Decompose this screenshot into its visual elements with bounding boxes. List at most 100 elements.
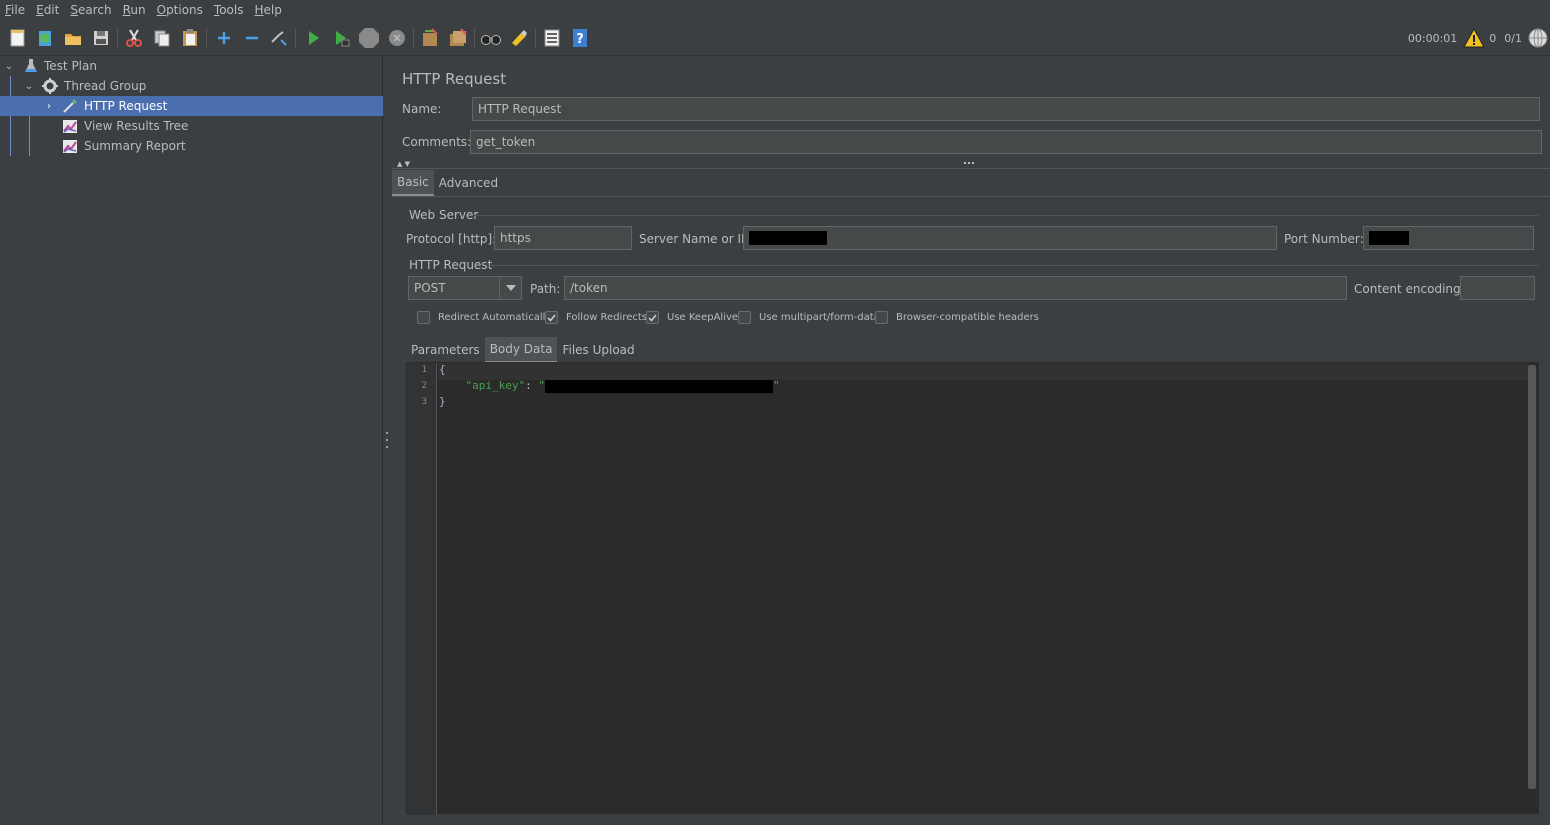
- search-icon[interactable]: [480, 27, 502, 49]
- port-number-field[interactable]: [1363, 226, 1534, 250]
- menu-run[interactable]: Run: [123, 3, 146, 17]
- redaction-block: [544, 379, 773, 393]
- tabs-underline: [391, 196, 1550, 197]
- code-line-2: "api_key": " ": [439, 379, 780, 393]
- start-no-pauses-icon[interactable]: [330, 27, 352, 49]
- toggle-icon[interactable]: [268, 27, 290, 49]
- body-data-editor[interactable]: 1 2 3 { "api_key": " " }: [406, 362, 1539, 815]
- sampler-pipette-icon: [62, 98, 78, 114]
- status-globe-icon[interactable]: [1528, 28, 1548, 48]
- checkbox-box[interactable]: [738, 311, 751, 324]
- menu-help[interactable]: Help: [255, 3, 282, 17]
- server-name-field[interactable]: [743, 226, 1277, 250]
- menu-search[interactable]: Search: [70, 3, 111, 17]
- collapse-all-icon[interactable]: [241, 27, 263, 49]
- tree-node-summary-report[interactable]: Summary Report: [0, 136, 383, 156]
- clear-all-icon[interactable]: [447, 27, 469, 49]
- tree-node-test-plan[interactable]: ⌄ Test Plan: [0, 56, 383, 76]
- expand-all-icon[interactable]: [213, 27, 235, 49]
- checkmark-icon[interactable]: [545, 311, 558, 324]
- templates-icon[interactable]: [34, 27, 56, 49]
- paste-icon[interactable]: [179, 27, 201, 49]
- use-keepalive-checkbox[interactable]: Use KeepAlive: [646, 311, 738, 324]
- svg-text:?: ?: [576, 32, 584, 47]
- menu-edit[interactable]: Edit: [36, 3, 59, 17]
- web-server-title: Web Server: [409, 208, 479, 222]
- redirect-automatically-checkbox[interactable]: Redirect Automatically: [417, 311, 551, 324]
- editor-scrollbar[interactable]: [1528, 365, 1536, 789]
- listener-chart-icon: [62, 138, 78, 154]
- name-label: Name:: [402, 102, 442, 116]
- dropdown-arrow-icon[interactable]: [499, 277, 521, 299]
- tab-advanced[interactable]: Advanced: [434, 170, 503, 196]
- method-select[interactable]: POST: [408, 276, 522, 300]
- copy-icon[interactable]: [151, 27, 173, 49]
- checkmark-icon[interactable]: [646, 311, 659, 324]
- help-icon[interactable]: ?: [569, 27, 591, 49]
- test-plan-tree: ⌄ Test Plan ⌄ Thread Group › HTTP Reques…: [0, 56, 383, 825]
- comments-field[interactable]: get_token: [470, 130, 1542, 154]
- stop-icon[interactable]: [358, 27, 380, 49]
- toolbar-separator: [206, 28, 207, 48]
- toolbar-separator: [535, 28, 536, 48]
- tab-basic[interactable]: Basic: [392, 170, 434, 196]
- start-icon[interactable]: [302, 27, 324, 49]
- tree-label: Test Plan: [44, 59, 97, 73]
- content-encoding-field[interactable]: [1460, 276, 1535, 300]
- menu-help-rest: elp: [263, 3, 282, 17]
- menu-search-mnemonic: S: [70, 3, 78, 17]
- reset-search-icon[interactable]: [508, 27, 530, 49]
- shutdown-icon[interactable]: [386, 27, 408, 49]
- tree-node-http-request[interactable]: › HTTP Request: [0, 96, 383, 116]
- menu-options[interactable]: Options: [157, 3, 203, 17]
- config-tabs: Basic Advanced: [392, 170, 503, 196]
- port-number-label: Port Number:: [1284, 232, 1364, 246]
- tab-files-upload[interactable]: Files Upload: [557, 337, 639, 363]
- menu-tools[interactable]: Tools: [214, 3, 244, 17]
- checkbox-label: Browser-compatible headers: [896, 312, 1039, 323]
- tab-body-data[interactable]: Body Data: [484, 337, 558, 363]
- protocol-field[interactable]: https: [494, 226, 632, 250]
- browser-compatible-headers-checkbox[interactable]: Browser-compatible headers: [875, 311, 1039, 324]
- menu-help-mnemonic: H: [254, 3, 264, 17]
- tree-node-view-results-tree[interactable]: View Results Tree: [0, 116, 383, 136]
- gear-icon: [42, 78, 58, 94]
- function-helper-icon[interactable]: [541, 27, 563, 49]
- path-field[interactable]: /token: [564, 276, 1347, 300]
- checkbox-box[interactable]: [875, 311, 888, 324]
- cut-icon[interactable]: [123, 27, 145, 49]
- redaction-block: [749, 231, 827, 245]
- menu-options-mnemonic: O: [156, 3, 167, 17]
- new-icon[interactable]: [7, 27, 29, 49]
- warning-icon[interactable]: [1463, 28, 1486, 48]
- open-icon[interactable]: [62, 27, 84, 49]
- menu-edit-rest: dit: [43, 3, 60, 17]
- expand-chevron-icon[interactable]: ⌄: [23, 80, 35, 92]
- warning-count: 0: [1489, 31, 1497, 45]
- horizontal-grip-icon[interactable]: [964, 162, 974, 164]
- group-border: [474, 215, 1538, 216]
- menu-search-rest: earch: [77, 3, 112, 17]
- method-value: POST: [414, 281, 446, 295]
- line-number: 3: [421, 397, 427, 407]
- expand-chevron-icon[interactable]: ⌄: [3, 60, 15, 72]
- menu-run-rest: un: [130, 3, 146, 17]
- follow-redirects-checkbox[interactable]: Follow Redirects: [545, 311, 647, 324]
- tab-parameters[interactable]: Parameters: [406, 337, 485, 363]
- menu-file[interactable]: File: [5, 3, 25, 17]
- checkbox-box[interactable]: [417, 311, 430, 324]
- name-field[interactable]: HTTP Request: [472, 97, 1540, 121]
- tree-label: Thread Group: [64, 79, 147, 93]
- line-number: 2: [421, 381, 427, 391]
- line-number: 1: [421, 365, 427, 375]
- tree-node-thread-group[interactable]: ⌄ Thread Group: [0, 76, 383, 96]
- listener-chart-icon: [62, 118, 78, 134]
- collapse-arrows-icon[interactable]: ▲ ▼: [397, 160, 410, 168]
- collapsed-chevron-icon[interactable]: ›: [43, 100, 55, 112]
- tree-label: HTTP Request: [84, 99, 168, 113]
- splitter-grip-icon[interactable]: [385, 432, 389, 448]
- tree-label: View Results Tree: [84, 119, 189, 133]
- clear-icon[interactable]: [419, 27, 441, 49]
- save-icon[interactable]: [90, 27, 112, 49]
- use-multipart-checkbox[interactable]: Use multipart/form-data: [738, 311, 880, 324]
